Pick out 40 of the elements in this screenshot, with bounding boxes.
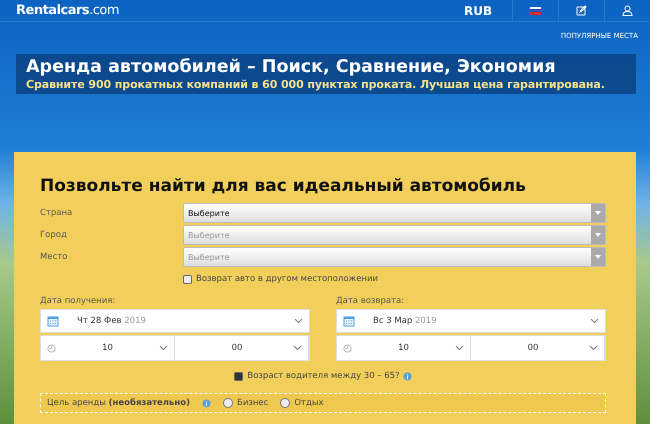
- logo[interactable]: Rentalcars.com: [16, 3, 120, 18]
- date-label: Дата возврата:: [336, 296, 406, 306]
- chevron-down-icon: [590, 318, 599, 324]
- date-picker[interactable]: Чт 28 Фев 2019: [40, 309, 310, 333]
- minute-dropdown[interactable]: 00: [471, 336, 605, 360]
- field-label: Город: [40, 230, 68, 240]
- driver-age-checkbox[interactable]: Возраст водителя между 30 – 65?: [234, 371, 400, 381]
- chevron-down-icon: [159, 345, 168, 351]
- chevron-down-icon: [455, 345, 464, 351]
- minute-dropdown[interactable]: 00: [175, 336, 309, 360]
- date-label: Дата получения:: [40, 296, 116, 306]
- date-picker[interactable]: Вс 3 Мар 2019: [336, 309, 606, 333]
- field-label: Место: [40, 252, 68, 262]
- page-title: Аренда автомобилей – Поиск, Сравнение, Экономия: [26, 57, 557, 77]
- caret-icon: [595, 233, 601, 237]
- chevron-down-icon: [293, 345, 302, 351]
- dropdown-field[interactable]: Выберите: [183, 203, 606, 223]
- flag-icon[interactable]: [530, 6, 541, 14]
- info-icon[interactable]: [202, 398, 211, 408]
- caret-icon: [595, 255, 601, 259]
- caret-icon: [595, 211, 601, 215]
- clock-icon: [343, 344, 352, 352]
- field-label: Страна: [40, 208, 74, 218]
- return-elsewhere-checkbox[interactable]: Возврат авто в другом местоположении: [183, 274, 378, 284]
- calendar-icon: [47, 315, 59, 327]
- chevron-down-icon: [589, 345, 598, 351]
- purpose-radio[interactable]: Отдых: [280, 398, 324, 408]
- calendar-icon: [343, 315, 355, 327]
- rental-purpose-label: Цель аренды (необязательно): [47, 398, 190, 408]
- user-icon[interactable]: [622, 5, 633, 16]
- hour-dropdown[interactable]: 10: [41, 336, 175, 360]
- hour-dropdown[interactable]: 10: [337, 336, 471, 360]
- purpose-radio[interactable]: Бизнес: [222, 398, 268, 408]
- edit-icon[interactable]: [576, 5, 587, 16]
- page-subtitle: Сравните 900 прокатных компаний в 60 000 пунктах проката. Лучшая цена гарантирована.: [26, 78, 606, 91]
- chevron-down-icon: [294, 318, 303, 324]
- form-title: Позвольте найти для вас идеальный автомобиль: [40, 176, 527, 196]
- currency-selector[interactable]: RUB: [464, 4, 512, 18]
- info-icon[interactable]: [402, 372, 412, 380]
- clock-icon: [47, 344, 56, 352]
